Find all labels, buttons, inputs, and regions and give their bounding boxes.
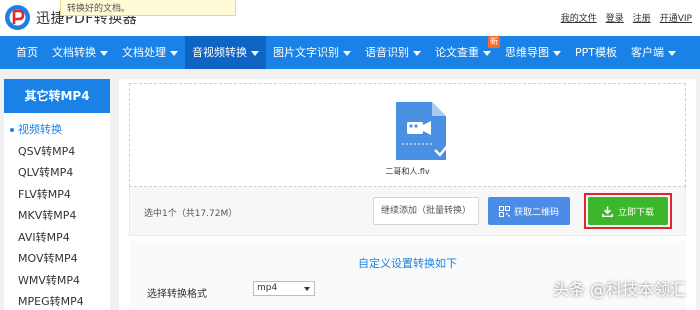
sidebar-item-qsv[interactable]: QSV转MP4 bbox=[4, 141, 110, 163]
nav-label: 论文查重 bbox=[435, 46, 479, 59]
main-nav: 首页 文档转换 文档处理 音视频转换 图片文字识别 语音识别 论文查重新 思维导… bbox=[0, 36, 700, 69]
sidebar-item-label: AVI转MP4 bbox=[18, 230, 70, 244]
nav-item-av-convert[interactable]: 音视频转换 bbox=[185, 36, 266, 69]
sidebar-item-mkv[interactable]: MKV转MP4 bbox=[4, 205, 110, 227]
login-link[interactable]: 登录 bbox=[606, 11, 624, 24]
caret-down-icon bbox=[668, 50, 676, 56]
sidebar-title: 其它转MP4 bbox=[4, 79, 110, 113]
nav-label: 图片文字识别 bbox=[273, 46, 339, 59]
sidebar-item-mov[interactable]: MOV转MP4 bbox=[4, 248, 110, 270]
format-label: 选择转换格式 bbox=[147, 289, 207, 300]
top-links: 我的文件 登录 注册 开通VIP bbox=[561, 11, 692, 24]
sidebar-item-label: MOV转MP4 bbox=[18, 252, 78, 265]
sidebar-item-mpeg[interactable]: MPEG转MP4 bbox=[4, 291, 110, 310]
nav-label: 音视频转换 bbox=[192, 46, 247, 59]
format-select[interactable]: mp4 bbox=[253, 281, 315, 296]
my-files-link[interactable]: 我的文件 bbox=[561, 11, 597, 24]
caret-down-icon bbox=[100, 50, 108, 56]
caret-down-icon bbox=[413, 50, 421, 56]
nav-label: 语音识别 bbox=[365, 46, 409, 59]
file-name: 二哥和人.flv bbox=[385, 167, 430, 176]
p-logo-icon bbox=[5, 5, 30, 30]
caret-down-icon bbox=[483, 50, 491, 56]
nav-label: 文档转换 bbox=[52, 46, 96, 59]
sidebar-item-label: WMV转MP4 bbox=[18, 273, 81, 287]
continue-add-button[interactable]: 继续添加（批量转换） bbox=[373, 197, 479, 225]
nav-item-doc-process[interactable]: 文档处理 bbox=[115, 36, 185, 69]
register-link[interactable]: 注册 bbox=[633, 11, 651, 24]
tooltip-text: 转换好的文档。 bbox=[67, 4, 131, 14]
sidebar-item-label: MKV转MP4 bbox=[18, 209, 77, 222]
caret-down-icon bbox=[343, 50, 351, 56]
download-now-button[interactable]: 立即下载 bbox=[588, 197, 668, 225]
sidebar-item-wmv[interactable]: WMV转MP4 bbox=[4, 270, 110, 292]
sidebar-item-avi[interactable]: AVI转MP4 bbox=[4, 227, 110, 249]
nav-item-home[interactable]: 首页 bbox=[9, 36, 45, 69]
nav-label: 客户端 bbox=[631, 46, 664, 59]
nav-item-ppt[interactable]: PPT模板 bbox=[568, 36, 624, 69]
sidebar-item-label: QSV转MP4 bbox=[18, 144, 76, 158]
nav-label: 思维导图 bbox=[505, 46, 549, 59]
sidebar-item-qlv[interactable]: QLV转MP4 bbox=[4, 162, 110, 184]
custom-settings-title: 自定义设置转换如下 bbox=[358, 257, 457, 270]
qr-code-icon bbox=[498, 205, 510, 217]
sidebar-item-label: FLV转MP4 bbox=[18, 187, 71, 201]
selected-info: 选中1个（共17.72M） bbox=[144, 209, 238, 219]
nav-item-client[interactable]: 客户端 bbox=[624, 36, 683, 69]
nav-item-thesis-check[interactable]: 论文查重新 bbox=[428, 36, 500, 69]
download-button-label: 立即下载 bbox=[617, 207, 654, 218]
nav-item-ocr[interactable]: 图片文字识别 bbox=[266, 36, 358, 69]
video-file-icon[interactable] bbox=[394, 100, 448, 162]
sidebar-item-video-convert[interactable]: 视频转换 bbox=[4, 119, 110, 141]
nav-item-doc-convert[interactable]: 文档转换 bbox=[45, 36, 115, 69]
upload-panel[interactable]: 二哥和人.flv bbox=[129, 83, 686, 187]
nav-label: PPT模板 bbox=[575, 46, 617, 59]
sidebar-item-label: MPEG转MP4 bbox=[18, 295, 84, 308]
nav-label: 首页 bbox=[16, 46, 38, 59]
caret-down-icon bbox=[553, 50, 561, 56]
tooltip: 转换好的文档。 bbox=[60, 0, 236, 16]
chevron-down-icon bbox=[304, 287, 310, 291]
sidebar: 其它转MP4 视频转换 QSV转MP4 QLV转MP4 FLV转MP4 MKV转… bbox=[4, 79, 110, 310]
sidebar-item-label: QLV转MP4 bbox=[18, 166, 74, 179]
caret-down-icon bbox=[251, 50, 259, 56]
caret-down-icon bbox=[170, 50, 178, 56]
sidebar-item-label: 视频转换 bbox=[18, 123, 62, 136]
qr-button-label: 获取二维码 bbox=[513, 207, 559, 218]
nav-label: 文档处理 bbox=[122, 46, 166, 59]
sidebar-item-flv[interactable]: FLV转MP4 bbox=[4, 184, 110, 206]
get-qr-code-button[interactable]: 获取二维码 bbox=[488, 197, 570, 225]
format-select-value: mp4 bbox=[257, 283, 278, 293]
bullet-icon bbox=[10, 128, 14, 132]
action-bar: 选中1个（共17.72M） 继续添加（批量转换） 获取二维码 立即下载 bbox=[129, 187, 686, 236]
vip-link[interactable]: 开通VIP bbox=[660, 11, 692, 24]
nav-item-mindmap[interactable]: 思维导图 bbox=[498, 36, 568, 69]
watermark: 头条 @科技本领汇 bbox=[552, 280, 686, 299]
sidebar-list: 视频转换 QSV转MP4 QLV转MP4 FLV转MP4 MKV转MP4 AVI… bbox=[4, 113, 110, 310]
nav-item-speech[interactable]: 语音识别 bbox=[358, 36, 428, 69]
download-icon bbox=[602, 206, 613, 217]
top-bar: 迅捷PDF转换器 转换好的文档。 我的文件 登录 注册 开通VIP bbox=[0, 0, 700, 36]
